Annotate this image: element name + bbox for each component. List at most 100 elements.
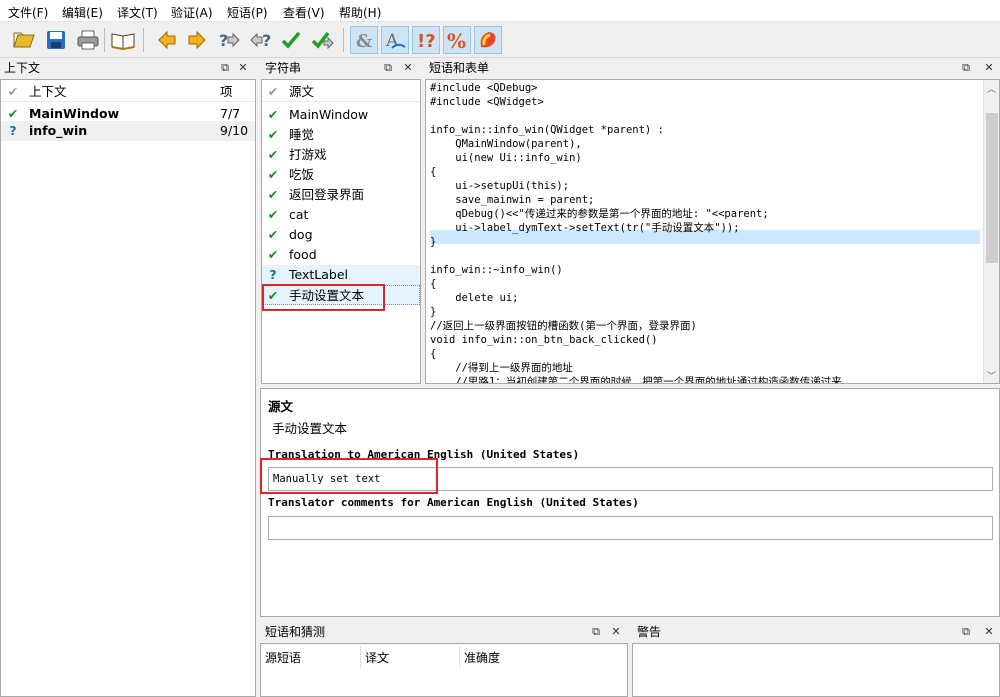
float-button[interactable]: ⧉ (959, 59, 973, 77)
float-button[interactable]: ⧉ (381, 59, 395, 77)
context-col-items: 项 (220, 84, 233, 99)
menu-edit[interactable]: 编辑(E) (62, 4, 103, 21)
table-row[interactable]: ? info_win 9/10 (1, 121, 255, 141)
close-button[interactable]: ✕ (982, 623, 996, 641)
col-translation: 译文 (365, 651, 390, 665)
prev-icon[interactable] (153, 26, 181, 54)
list-item[interactable]: ✔ MainWindow (262, 105, 420, 125)
context-col-name: 上下文 (29, 84, 67, 99)
code-line: void info_win::on_btn_back_clicked() (430, 334, 658, 346)
close-button[interactable]: ✕ (401, 59, 415, 77)
strings-title: 字符串 (261, 59, 421, 77)
phrases-header: 源短语 译文 准确度 (261, 646, 627, 668)
menu-phrases[interactable]: 短语(P) (227, 4, 268, 21)
float-button[interactable]: ⧉ (589, 623, 603, 641)
done-icon: ✔ (267, 207, 279, 222)
warnings-list (632, 643, 1000, 697)
done-icon[interactable] (277, 26, 305, 54)
code-line: //思路1：当初创建第二个界面的时候，把第一个界面的地址通过构造函数传递过来 (430, 376, 842, 384)
menu-help[interactable]: 帮助(H) (339, 4, 381, 21)
phrases-list: 源短语 译文 准确度 (260, 643, 628, 697)
code-line: //返回上一级界面按钮的槽函数(第一个界面，登录界面) (430, 320, 697, 332)
toolbar: ? ? & A !? % (0, 22, 1000, 58)
warnings-title: 警告 (633, 623, 1000, 641)
code-line: { (430, 278, 437, 290)
translation-editor: 源文 手动设置文本 Translation to American Englis… (260, 388, 1000, 617)
code-line: save_mainwin = parent; (430, 194, 595, 206)
list-item[interactable]: ✔ 睡觉 (262, 125, 420, 145)
code-line: { (430, 166, 437, 178)
code-line: delete ui; (430, 292, 519, 304)
float-button[interactable]: ⧉ (959, 623, 973, 641)
code-line: qDebug()<<"传递过来的参数是第一个界面的地址: "<<parent; (430, 208, 769, 220)
list-item[interactable]: ✔ food (262, 245, 420, 265)
placemarker-check-icon[interactable]: % (443, 26, 471, 54)
code-line: #include <QDebug> (430, 82, 538, 94)
list-item[interactable]: ✔ 吃饭 (262, 165, 420, 185)
toolbar-separator (104, 28, 105, 52)
svg-text:?: ? (219, 31, 228, 50)
next-icon[interactable] (183, 26, 211, 54)
col-accuracy: 准确度 (464, 651, 501, 665)
close-button[interactable]: ✕ (236, 59, 250, 77)
sources-title: 短语和表单 (425, 59, 1000, 77)
close-button[interactable]: ✕ (609, 623, 623, 641)
scroll-up-icon[interactable]: ︿ (987, 82, 996, 95)
svg-text:%: % (447, 29, 466, 51)
svg-text:!?: !? (417, 31, 436, 51)
vertical-scrollbar[interactable]: ︿ ﹀ (983, 80, 999, 383)
menu-translation[interactable]: 译文(T) (117, 4, 158, 21)
svg-text:&: & (356, 31, 372, 51)
highlight-box (260, 458, 438, 494)
list-item[interactable]: ✔ 打游戏 (262, 145, 420, 165)
code-text: #include <QDebug> #include <QWidget> info… (430, 81, 842, 384)
done-icon: ✔ (267, 187, 279, 202)
close-button[interactable]: ✕ (982, 59, 996, 77)
code-line: } (430, 306, 437, 318)
scrollbar-thumb[interactable] (986, 113, 998, 263)
punctuation-check-icon[interactable]: !? (412, 26, 440, 54)
toolbar-separator (143, 28, 144, 52)
done-next-icon[interactable] (309, 26, 337, 54)
menu-validation[interactable]: 验证(A) (171, 4, 213, 21)
save-icon[interactable] (42, 26, 70, 54)
list-item[interactable]: ✔ 返回登录界面 (262, 185, 420, 205)
code-line: #include <QWidget> (430, 96, 544, 108)
done-icon: ✔ (267, 147, 279, 162)
code-line: info_win::info_win(QWidget *parent) : (430, 124, 664, 136)
comments-label: Translator comments for American English… (268, 496, 639, 509)
surrounding-whitespace-icon[interactable] (474, 26, 502, 54)
highlight-box (262, 284, 385, 311)
print-icon[interactable] (74, 26, 102, 54)
context-dock: 上下文 ⧉ ✕ ✔ 上下文 项 ✔ MainWindow 7/7 ? info_… (0, 59, 257, 697)
source-code-view: #include <QDebug> #include <QWidget> info… (425, 79, 1000, 384)
list-item[interactable]: ✔ cat (262, 205, 420, 225)
accelerator-check-icon[interactable]: & (350, 26, 378, 54)
code-line: } (430, 236, 437, 248)
phrasebook-icon[interactable] (109, 26, 137, 54)
phrase-check-icon[interactable]: A (381, 26, 409, 54)
open-icon[interactable] (10, 26, 38, 54)
toolbar-separator (343, 28, 344, 52)
next-unfinished-icon[interactable]: ? (247, 26, 275, 54)
list-item[interactable]: ? TextLabel (262, 265, 420, 285)
menu-file[interactable]: 文件(F) (8, 4, 48, 21)
check-icon: ✔ (7, 84, 19, 99)
prev-unfinished-icon[interactable]: ? (215, 26, 243, 54)
float-button[interactable]: ⧉ (218, 59, 232, 77)
scroll-down-icon[interactable]: ﹀ (987, 369, 996, 382)
list-item[interactable]: ✔ dog (262, 225, 420, 245)
done-icon: ✔ (267, 167, 279, 182)
menu-view[interactable]: 查看(V) (283, 4, 325, 21)
source-label: 源文 (268, 399, 294, 414)
strings-list: ✔ 源文 ✔ MainWindow ✔ 睡觉 ✔ 打游戏 ✔ 吃饭 ✔ 返回登录界面 ✔ c… (261, 79, 421, 384)
context-header: ✔ 上下文 项 (1, 82, 255, 102)
context-list: ✔ 上下文 项 ✔ MainWindow 7/7 ? info_win 9/10 (0, 79, 256, 697)
menu-bar: 文件(F) 编辑(E) 译文(T) 验证(A) 短语(P) 查看(V) 帮助(H… (0, 0, 1000, 22)
translator-comments-input[interactable] (268, 516, 993, 540)
check-icon: ✔ (267, 84, 279, 99)
code-line: ui->setupUi(this); (430, 180, 570, 192)
svg-text:?: ? (262, 31, 271, 50)
